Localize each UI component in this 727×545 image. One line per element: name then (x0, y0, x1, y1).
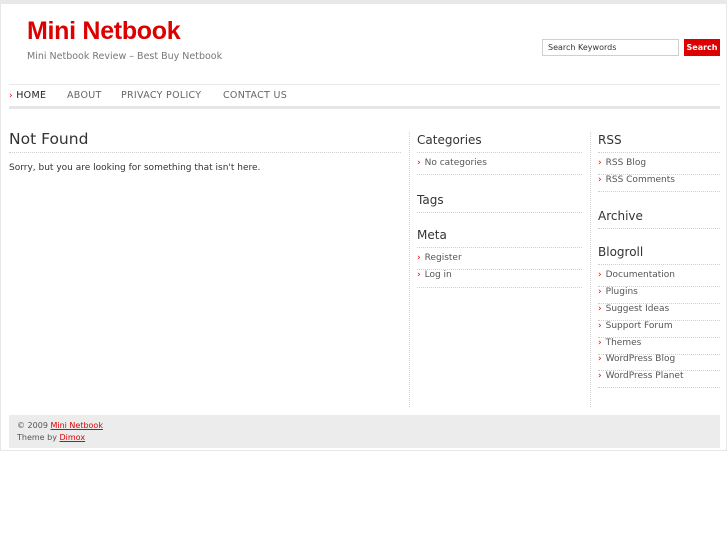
chevron-right-icon: › (598, 158, 602, 168)
list-item-label: Documentation (605, 270, 675, 280)
rss-divider (598, 152, 720, 153)
title-divider (9, 152, 401, 153)
chevron-right-icon: › (598, 304, 602, 314)
list-divider (417, 174, 582, 175)
chevron-right-icon: › (417, 270, 421, 280)
blogroll-item-plugins[interactable]: › Plugins (598, 287, 638, 297)
nav-item-home[interactable]: › HOME (9, 90, 46, 101)
list-item-label: WordPress Planet (605, 371, 684, 381)
site-logo[interactable]: Mini Netbook (27, 17, 181, 46)
categories-title: Categories (417, 133, 482, 147)
blogroll-item-documentation[interactable]: › Documentation (598, 270, 675, 280)
chevron-right-icon: › (9, 91, 13, 101)
rss-item-comments[interactable]: › RSS Comments (598, 175, 675, 185)
theme-credit-text: Theme by (17, 433, 57, 442)
footer-theme-link[interactable]: Dimox (60, 433, 86, 442)
blogroll-item-wordpress-blog[interactable]: › WordPress Blog (598, 354, 675, 364)
list-divider (417, 287, 582, 288)
list-item-label: Plugins (605, 287, 638, 297)
chevron-right-icon: › (598, 338, 602, 348)
meta-item-register[interactable]: › Register (417, 253, 462, 263)
site-footer: © 2009 Mini Netbook Theme by Dimox (9, 415, 720, 448)
tags-divider (417, 212, 582, 213)
main-nav: › HOME ABOUT PRIVACY POLICY CONTACT US (9, 84, 720, 106)
rss-title: RSS (598, 133, 622, 147)
list-item-label: Support Forum (605, 321, 673, 331)
blogroll-item-themes[interactable]: › Themes (598, 338, 641, 348)
nav-item-about[interactable]: ABOUT (67, 90, 102, 101)
meta-title: Meta (417, 228, 447, 242)
not-found-message: Sorry, but you are looking for something… (9, 163, 261, 173)
list-item-label: RSS Blog (605, 158, 647, 168)
list-item-label: Register (424, 253, 462, 263)
chevron-right-icon: › (417, 253, 421, 263)
search-input[interactable] (542, 39, 679, 56)
blogroll-title: Blogroll (598, 245, 644, 259)
footer-site-link[interactable]: Mini Netbook (50, 421, 103, 430)
archive-divider (598, 228, 720, 229)
blogroll-item-suggest-ideas[interactable]: › Suggest Ideas (598, 304, 669, 314)
list-item-label: Suggest Ideas (605, 304, 670, 314)
rss-item-blog[interactable]: › RSS Blog (598, 158, 646, 168)
list-item-label: No categories (424, 158, 487, 168)
site-tagline: Mini Netbook Review – Best Buy Netbook (27, 51, 223, 62)
meta-divider (417, 247, 582, 248)
nav-item-label: HOME (16, 90, 47, 101)
categories-divider (417, 152, 582, 153)
chevron-right-icon: › (598, 287, 602, 297)
page-title: Not Found (9, 130, 89, 148)
chevron-right-icon: › (598, 354, 602, 364)
chevron-right-icon: › (598, 175, 602, 185)
blogroll-divider (598, 264, 720, 265)
list-item-label: Log in (424, 270, 452, 280)
nav-item-contact-us[interactable]: CONTACT US (223, 90, 287, 101)
list-item: › No categories (417, 158, 487, 168)
chevron-right-icon: › (598, 321, 602, 331)
nav-divider (9, 106, 720, 109)
column-divider (590, 132, 591, 407)
copyright-text: © 2009 (17, 421, 48, 430)
search-button[interactable]: Search (684, 39, 720, 56)
meta-item-log-in[interactable]: › Log in (417, 270, 452, 280)
list-item-label: WordPress Blog (605, 354, 676, 364)
chevron-right-icon: › (598, 270, 602, 280)
list-divider (598, 191, 720, 192)
list-divider (598, 387, 720, 388)
blogroll-item-support-forum[interactable]: › Support Forum (598, 321, 673, 331)
column-divider (409, 132, 410, 407)
blogroll-item-wordpress-planet[interactable]: › WordPress Planet (598, 371, 684, 381)
chevron-right-icon: › (598, 371, 602, 381)
page-wrapper: Mini Netbook Mini Netbook Review – Best … (0, 4, 727, 451)
footer-copyright: © 2009 Mini Netbook (17, 421, 103, 430)
archive-title: Archive (598, 209, 643, 223)
chevron-right-icon: › (417, 158, 421, 168)
tags-title: Tags (417, 193, 444, 207)
list-item-label: Themes (605, 338, 642, 348)
list-item-label: RSS Comments (605, 175, 675, 185)
footer-theme-credit: Theme by Dimox (17, 433, 85, 442)
nav-item-privacy-policy[interactable]: PRIVACY POLICY (121, 90, 201, 101)
